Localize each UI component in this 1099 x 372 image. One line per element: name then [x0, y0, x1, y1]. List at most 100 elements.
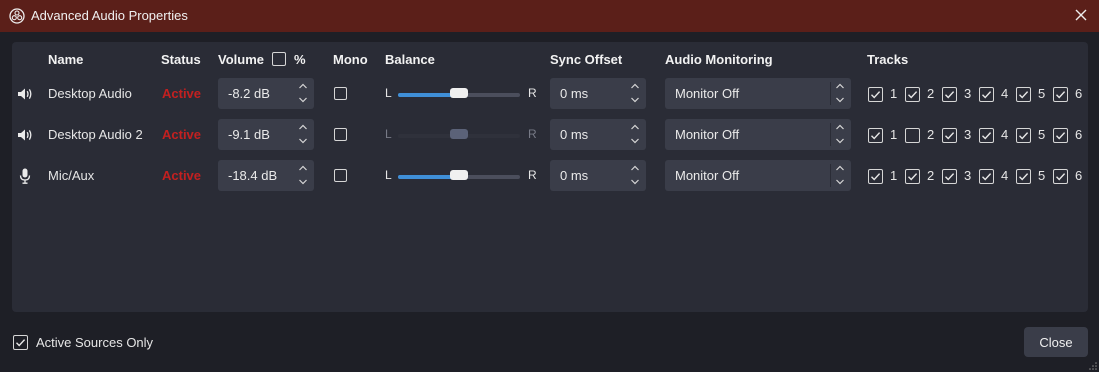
audio-monitoring-value: Monitor Off — [675, 127, 740, 142]
track-2-checkbox[interactable] — [905, 87, 920, 102]
track-2-checkbox[interactable] — [905, 128, 920, 143]
header-tracks: Tracks — [867, 52, 909, 67]
track-number: 4 — [1001, 127, 1009, 142]
track-6-checkbox[interactable] — [1053, 128, 1068, 143]
mono-checkbox[interactable] — [334, 128, 347, 141]
checkmark-icon — [982, 132, 992, 140]
spin-arrows-icon[interactable] — [298, 81, 308, 105]
track-number: 2 — [927, 127, 935, 142]
audio-monitoring-select[interactable]: Monitor Off — [665, 119, 851, 150]
audio-monitoring-select[interactable]: Monitor Off — [665, 160, 851, 191]
source-name: Desktop Audio — [48, 86, 132, 101]
volume-spinbox[interactable]: -9.1 dB — [218, 119, 314, 150]
sync-offset-spinbox[interactable]: 0 ms — [550, 160, 646, 191]
checkmark-icon — [908, 173, 918, 181]
source-name: Mic/Aux — [48, 168, 95, 183]
checkmark-icon — [1019, 91, 1029, 99]
balance-right-label: R — [528, 127, 537, 141]
track-3-checkbox[interactable] — [942, 128, 957, 143]
sync-offset-value: 0 ms — [560, 127, 589, 142]
track-number: 6 — [1075, 86, 1083, 101]
track-5-checkbox[interactable] — [1016, 87, 1031, 102]
checkmark-icon — [1056, 91, 1066, 99]
header-name: Name — [48, 52, 84, 67]
title-bar: Advanced Audio Properties — [0, 0, 1099, 32]
header-sync-offset: Sync Offset — [550, 52, 623, 67]
close-button[interactable]: Close — [1024, 327, 1088, 357]
track-number: 3 — [964, 127, 972, 142]
source-row: Mic/Aux Active -18.4 dB L R 0 ms Monitor Off 1 2… — [0, 159, 1099, 193]
volume-value: -9.1 dB — [228, 127, 270, 142]
checkmark-icon — [945, 91, 955, 99]
track-number: 2 — [927, 86, 935, 101]
balance-left-label: L — [385, 127, 392, 141]
balance-left-label: L — [385, 168, 392, 182]
track-number: 3 — [964, 86, 972, 101]
header-audio-monitoring: Audio Monitoring — [665, 52, 773, 67]
close-window-icon[interactable] — [1073, 7, 1089, 23]
track-1-checkbox[interactable] — [868, 169, 883, 184]
sync-offset-value: 0 ms — [560, 86, 589, 101]
track-1-checkbox[interactable] — [868, 87, 883, 102]
balance-left-label: L — [385, 86, 392, 100]
track-1-checkbox[interactable] — [868, 128, 883, 143]
active-sources-only-checkbox[interactable] — [13, 335, 28, 350]
balance-slider-handle[interactable] — [450, 170, 468, 180]
volume-spinbox[interactable]: -8.2 dB — [218, 78, 314, 109]
track-5-checkbox[interactable] — [1016, 169, 1031, 184]
obs-logo-icon — [9, 8, 25, 24]
track-4-checkbox[interactable] — [979, 87, 994, 102]
track-6-checkbox[interactable] — [1053, 87, 1068, 102]
checkmark-icon — [1056, 173, 1066, 181]
track-3-checkbox[interactable] — [942, 169, 957, 184]
speaker-icon — [16, 126, 34, 144]
checkmark-icon — [908, 91, 918, 99]
audio-monitoring-select[interactable]: Monitor Off — [665, 78, 851, 109]
status-label: Active — [162, 86, 202, 101]
header-balance: Balance — [385, 52, 435, 67]
track-number: 1 — [890, 168, 898, 183]
checkmark-icon — [1019, 173, 1029, 181]
spin-arrows-icon[interactable] — [630, 81, 640, 105]
audio-monitoring-value: Monitor Off — [675, 168, 740, 183]
volume-spinbox[interactable]: -18.4 dB — [218, 160, 314, 191]
dropdown-arrows-icon — [835, 163, 845, 187]
track-number: 5 — [1038, 168, 1046, 183]
sync-offset-value: 0 ms — [560, 168, 589, 183]
track-number: 4 — [1001, 86, 1009, 101]
spin-arrows-icon[interactable] — [298, 163, 308, 187]
sync-offset-spinbox[interactable]: 0 ms — [550, 119, 646, 150]
track-number: 6 — [1075, 127, 1083, 142]
volume-percent-checkbox[interactable] — [272, 52, 286, 66]
checkmark-icon — [982, 173, 992, 181]
mono-checkbox[interactable] — [334, 169, 347, 182]
active-sources-only-label: Active Sources Only — [36, 335, 154, 350]
track-6-checkbox[interactable] — [1053, 169, 1068, 184]
track-2-checkbox[interactable] — [905, 169, 920, 184]
volume-value: -18.4 dB — [228, 168, 278, 183]
balance-right-label: R — [528, 86, 537, 100]
track-number: 1 — [890, 86, 898, 101]
checkmark-icon — [982, 91, 992, 99]
balance-slider-handle[interactable] — [450, 88, 468, 98]
microphone-icon — [16, 167, 34, 185]
track-3-checkbox[interactable] — [942, 87, 957, 102]
track-number: 3 — [964, 168, 972, 183]
checkmark-icon — [871, 91, 881, 99]
checkmark-icon — [945, 173, 955, 181]
header-status: Status — [161, 52, 201, 67]
sync-offset-spinbox[interactable]: 0 ms — [550, 78, 646, 109]
spin-arrows-icon[interactable] — [630, 122, 640, 146]
spin-arrows-icon[interactable] — [630, 163, 640, 187]
checkmark-icon — [871, 132, 881, 140]
track-4-checkbox[interactable] — [979, 169, 994, 184]
balance-right-label: R — [528, 168, 537, 182]
balance-slider-handle[interactable] — [450, 129, 468, 139]
status-label: Active — [162, 127, 202, 142]
track-5-checkbox[interactable] — [1016, 128, 1031, 143]
mono-checkbox[interactable] — [334, 87, 347, 100]
resize-grip-icon[interactable] — [1089, 362, 1097, 370]
speaker-icon — [16, 85, 34, 103]
spin-arrows-icon[interactable] — [298, 122, 308, 146]
track-4-checkbox[interactable] — [979, 128, 994, 143]
